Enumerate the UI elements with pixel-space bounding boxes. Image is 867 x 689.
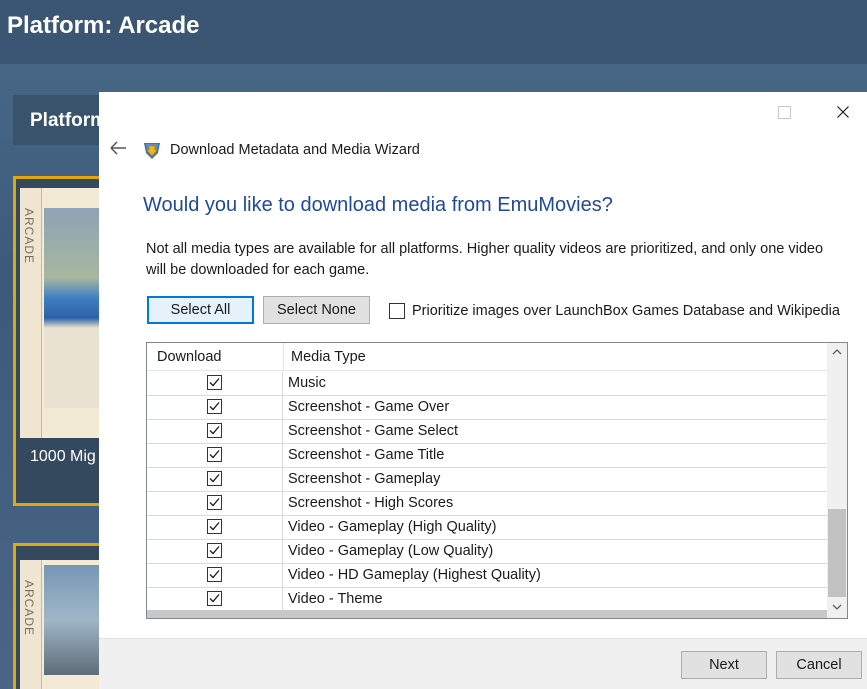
- download-cell: [147, 468, 283, 492]
- download-checkbox[interactable]: [207, 543, 222, 558]
- table-row[interactable]: Video - Theme: [147, 588, 827, 612]
- maximize-button[interactable]: [769, 100, 799, 124]
- checkmark-icon: [209, 378, 220, 387]
- select-none-button[interactable]: Select None: [263, 296, 370, 324]
- download-checkbox[interactable]: [207, 471, 222, 486]
- grid-header: Download Media Type: [147, 343, 827, 371]
- download-checkbox[interactable]: [207, 591, 222, 606]
- checkmark-icon: [209, 402, 220, 411]
- back-arrow-icon[interactable]: [109, 140, 129, 156]
- cancel-button[interactable]: Cancel: [776, 651, 862, 679]
- game-tile-label: 1000 Mig: [30, 448, 96, 465]
- checkmark-icon: [209, 546, 220, 555]
- table-row[interactable]: Screenshot - Game Over: [147, 396, 827, 420]
- column-header-download[interactable]: Download: [157, 349, 222, 365]
- wizard-title: Download Metadata and Media Wizard: [170, 142, 420, 158]
- download-checkbox[interactable]: [207, 375, 222, 390]
- wizard-dialog: Download Metadata and Media Wizard Would…: [99, 92, 867, 689]
- download-cell: [147, 396, 283, 420]
- media-type-cell: Screenshot - Game Select: [288, 423, 459, 439]
- chevron-down-icon: [832, 604, 842, 610]
- close-button[interactable]: [828, 100, 858, 124]
- grid-rows: Music Screenshot - Game Over Screenshot - …: [147, 372, 827, 612]
- platform-panel-label: Platform: [30, 110, 108, 131]
- close-icon: [837, 106, 849, 118]
- minimize-button[interactable]: [709, 100, 739, 124]
- table-row[interactable]: Screenshot - Gameplay: [147, 468, 827, 492]
- table-row[interactable]: Music: [147, 372, 827, 396]
- download-checkbox[interactable]: [207, 495, 222, 510]
- checkmark-icon: [209, 594, 220, 603]
- table-row[interactable]: Screenshot - Game Select: [147, 420, 827, 444]
- download-checkbox[interactable]: [207, 519, 222, 534]
- media-type-cell: Video - Gameplay (High Quality): [288, 519, 497, 535]
- dialog-footer: Next Cancel: [99, 638, 867, 689]
- prioritize-images-checkbox[interactable]: [389, 303, 405, 319]
- download-checkbox[interactable]: [207, 567, 222, 582]
- media-type-cell: Video - HD Gameplay (Highest Quality): [288, 567, 541, 583]
- media-type-cell: Screenshot - High Scores: [288, 495, 454, 511]
- column-divider: [283, 343, 284, 371]
- table-row[interactable]: Screenshot - High Scores: [147, 492, 827, 516]
- checkmark-icon: [209, 426, 220, 435]
- checkmark-icon: [209, 522, 220, 531]
- page-description: Not all media types are available for al…: [146, 241, 824, 278]
- vertical-scrollbar[interactable]: [827, 343, 847, 618]
- chevron-up-icon: [832, 349, 842, 355]
- download-cell: [147, 420, 283, 444]
- media-type-cell: Screenshot - Game Title: [288, 447, 445, 463]
- prioritize-images-label[interactable]: Prioritize images over LaunchBox Games D…: [412, 303, 840, 319]
- game-box-art: ARCADE: [20, 188, 105, 438]
- app-title: Platform: Arcade: [7, 12, 200, 39]
- media-type-cell: Screenshot - Game Over: [288, 399, 450, 415]
- download-cell: [147, 540, 283, 564]
- media-type-cell: Music: [288, 375, 326, 391]
- scroll-up-button[interactable]: [827, 343, 847, 361]
- download-cell: [147, 516, 283, 540]
- checkmark-icon: [209, 498, 220, 507]
- table-row[interactable]: Video - HD Gameplay (Highest Quality): [147, 564, 827, 588]
- media-type-cell: Video - Theme: [288, 591, 383, 607]
- download-checkbox[interactable]: [207, 447, 222, 462]
- download-checkbox[interactable]: [207, 423, 222, 438]
- download-cell: [147, 492, 283, 516]
- download-checkbox[interactable]: [207, 399, 222, 414]
- table-row[interactable]: Video - Gameplay (High Quality): [147, 516, 827, 540]
- scroll-thumb[interactable]: [828, 509, 846, 597]
- download-cell: [147, 372, 283, 396]
- box-spine: ARCADE: [20, 188, 42, 438]
- box-spine-text: ARCADE: [22, 580, 36, 637]
- column-header-media-type[interactable]: Media Type: [291, 349, 366, 365]
- download-cell: [147, 588, 283, 612]
- media-type-cell: Video - Gameplay (Low Quality): [288, 543, 494, 559]
- media-type-cell: Screenshot - Gameplay: [288, 471, 441, 487]
- box-spine: ARCADE: [20, 560, 42, 689]
- table-row[interactable]: Screenshot - Game Title: [147, 444, 827, 468]
- scroll-down-button[interactable]: [827, 598, 847, 616]
- checkmark-icon: [209, 570, 220, 579]
- table-row[interactable]: Video - Gameplay (Low Quality): [147, 540, 827, 564]
- media-type-grid: Download Media Type Music Screenshot - Ga…: [146, 342, 848, 619]
- download-cell: [147, 444, 283, 468]
- horizontal-scrollbar[interactable]: [147, 610, 827, 618]
- checkmark-icon: [209, 474, 220, 483]
- box-spine-text: ARCADE: [22, 208, 36, 265]
- download-cell: [147, 564, 283, 588]
- select-all-button[interactable]: Select All: [147, 296, 254, 324]
- box-cover: [44, 208, 104, 408]
- game-box-art: ARCADE: [20, 560, 105, 689]
- box-cover: [44, 565, 104, 675]
- next-button[interactable]: Next: [681, 651, 767, 679]
- checkmark-icon: [209, 450, 220, 459]
- page-question: Would you like to download media from Em…: [143, 194, 613, 216]
- download-wizard-icon: [144, 143, 160, 159]
